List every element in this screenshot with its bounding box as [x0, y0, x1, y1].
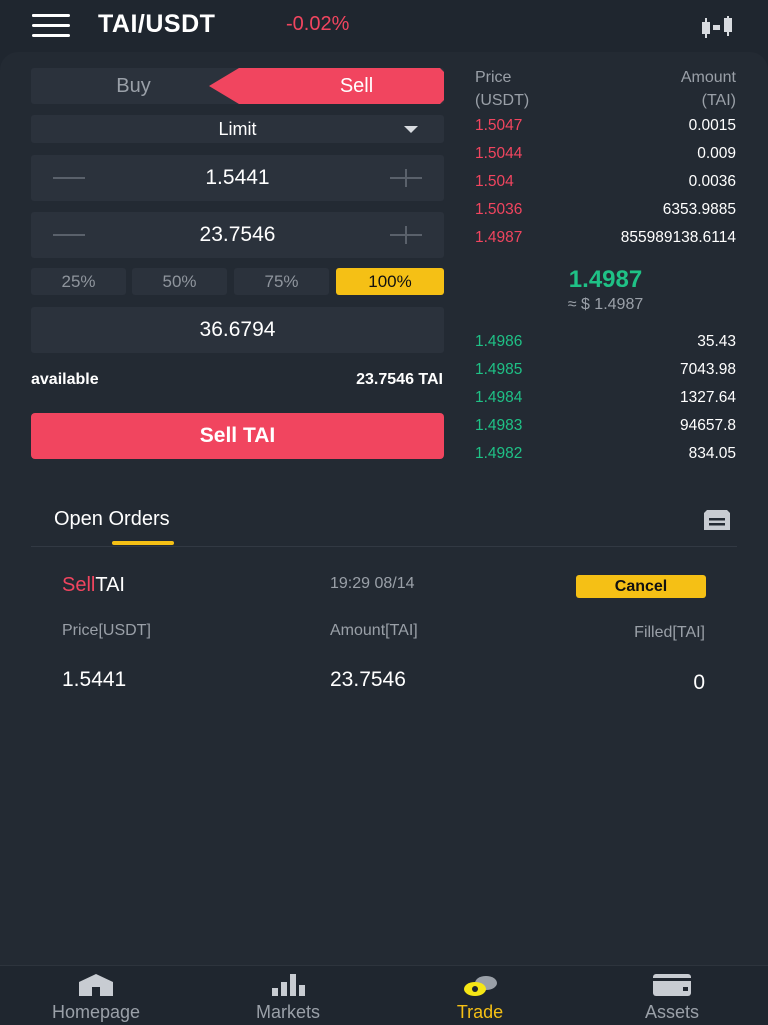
amount-header-line1: Amount	[680, 69, 736, 86]
order-history-icon[interactable]	[704, 510, 730, 530]
nav-label-markets: Markets	[255, 1002, 320, 1022]
nav-label-homepage: Homepage	[51, 1002, 141, 1022]
bid-price: 1.4982	[475, 445, 523, 462]
bid-amount: 35.43	[697, 333, 736, 350]
orderbook-amount-header: Amount (TAI)	[681, 66, 736, 112]
chevron-down-icon	[404, 126, 418, 133]
amount-input[interactable]: 23.7546	[31, 212, 444, 258]
bid-amount: 1327.64	[679, 389, 736, 406]
ask-row[interactable]: 1.5044 0.009	[475, 145, 736, 173]
order-filled-label: Filled[TAI]	[634, 624, 705, 641]
tab-sell[interactable]: Sell	[209, 68, 444, 104]
available-value: 23.7546 TAI	[356, 371, 443, 388]
ask-amount: 6353.9885	[662, 201, 736, 218]
price-change: -0.02%	[286, 13, 350, 35]
order-side: Sell	[62, 574, 96, 596]
tab-active-indicator	[112, 541, 174, 545]
amount-header-line2: (TAI)	[701, 92, 736, 109]
total-value: 36.6794	[199, 318, 276, 341]
total-field[interactable]: 36.6794	[31, 307, 444, 353]
home-icon	[79, 974, 113, 1001]
bid-row[interactable]: 1.4982 834.05	[475, 445, 736, 473]
candlestick-chart-icon[interactable]	[700, 16, 734, 38]
order-time: 19:29 08/14	[330, 575, 415, 592]
ask-price: 1.5036	[475, 201, 523, 218]
ask-price: 1.5044	[475, 145, 523, 162]
order-side-asset: SellTAI	[62, 574, 125, 597]
order-filled-value: 0	[693, 671, 705, 694]
available-label: available	[31, 371, 99, 388]
bid-price: 1.4983	[475, 417, 523, 434]
divider	[31, 546, 737, 547]
order-type-label: Limit	[218, 119, 257, 139]
order-amount-value: 23.7546	[330, 668, 406, 691]
ask-row[interactable]: 1.504 0.0036	[475, 173, 736, 201]
tab-buy[interactable]: Buy	[31, 68, 236, 104]
bid-row[interactable]: 1.4985 7043.98	[475, 361, 736, 389]
nav-homepage[interactable]: Homepage	[0, 966, 192, 1025]
last-price: 1.4987	[568, 266, 643, 293]
pair-title[interactable]: TAI/USDT	[98, 10, 215, 39]
bid-row[interactable]: 1.4986 35.43	[475, 333, 736, 361]
nav-markets[interactable]: Markets	[192, 966, 384, 1025]
bid-price: 1.4986	[475, 333, 523, 350]
last-price-usd: ≈ $ 1.4987	[567, 296, 644, 313]
ask-price: 1.5047	[475, 117, 523, 134]
order-price-label: Price[USDT]	[62, 622, 151, 639]
bid-amount: 94657.8	[679, 417, 736, 434]
bottom-nav: Homepage Markets Trade Assets	[0, 965, 768, 1025]
bid-price: 1.4984	[475, 389, 523, 406]
plus-icon-vertical	[405, 226, 407, 244]
order-amount-label: Amount[TAI]	[330, 622, 418, 639]
orderbook-price-header: Price (USDT)	[475, 66, 529, 112]
ask-price: 1.4987	[475, 229, 523, 246]
price-header-line2: (USDT)	[475, 92, 530, 109]
order-type-select[interactable]: Limit	[31, 115, 444, 143]
bid-amount: 834.05	[688, 445, 736, 462]
percent-25-button[interactable]: 25%	[31, 268, 126, 295]
cancel-order-button[interactable]: Cancel	[576, 575, 706, 598]
sell-submit-button[interactable]: Sell TAI	[31, 413, 444, 459]
ask-amount: 0.0036	[688, 173, 736, 190]
amount-stepper[interactable]: 23.7546	[31, 212, 444, 258]
tab-sell-label: Sell	[339, 75, 374, 97]
bid-row[interactable]: 1.4984 1327.64	[475, 389, 736, 417]
bid-price: 1.4985	[475, 361, 523, 378]
ask-row[interactable]: 1.4987 855989138.6114	[475, 229, 736, 257]
trade-coins-icon	[463, 974, 497, 1003]
price-stepper[interactable]: 1.5441	[31, 155, 444, 201]
nav-assets[interactable]: Assets	[576, 966, 768, 1025]
bid-amount: 7043.98	[679, 361, 736, 378]
wallet-icon	[653, 974, 691, 1001]
price-input[interactable]: 1.5441	[31, 155, 444, 201]
bid-row[interactable]: 1.4983 94657.8	[475, 417, 736, 445]
ask-row[interactable]: 1.5047 0.0015	[475, 117, 736, 145]
percent-75-button[interactable]: 75%	[234, 268, 329, 295]
ask-price: 1.504	[475, 173, 514, 190]
percent-100-button[interactable]: 100%	[336, 268, 444, 295]
tab-open-orders[interactable]: Open Orders	[54, 508, 170, 531]
side-tabs: Buy Sell	[31, 68, 444, 104]
ask-amount: 855989138.6114	[620, 229, 736, 246]
bar-chart-icon	[271, 974, 305, 1001]
ask-amount: 0.0015	[688, 117, 736, 134]
order-price-value: 1.5441	[62, 668, 127, 691]
nav-label-trade: Trade	[456, 1002, 504, 1022]
nav-label-assets: Assets	[644, 1002, 700, 1022]
menu-icon[interactable]	[32, 14, 70, 38]
order-asset: TAI	[95, 574, 125, 596]
price-header-line1: Price	[475, 69, 512, 86]
nav-trade[interactable]: Trade	[384, 966, 576, 1025]
ask-amount: 0.009	[697, 145, 736, 162]
percent-50-button[interactable]: 50%	[132, 268, 227, 295]
ask-row[interactable]: 1.5036 6353.9885	[475, 201, 736, 229]
plus-icon-vertical	[405, 169, 407, 187]
